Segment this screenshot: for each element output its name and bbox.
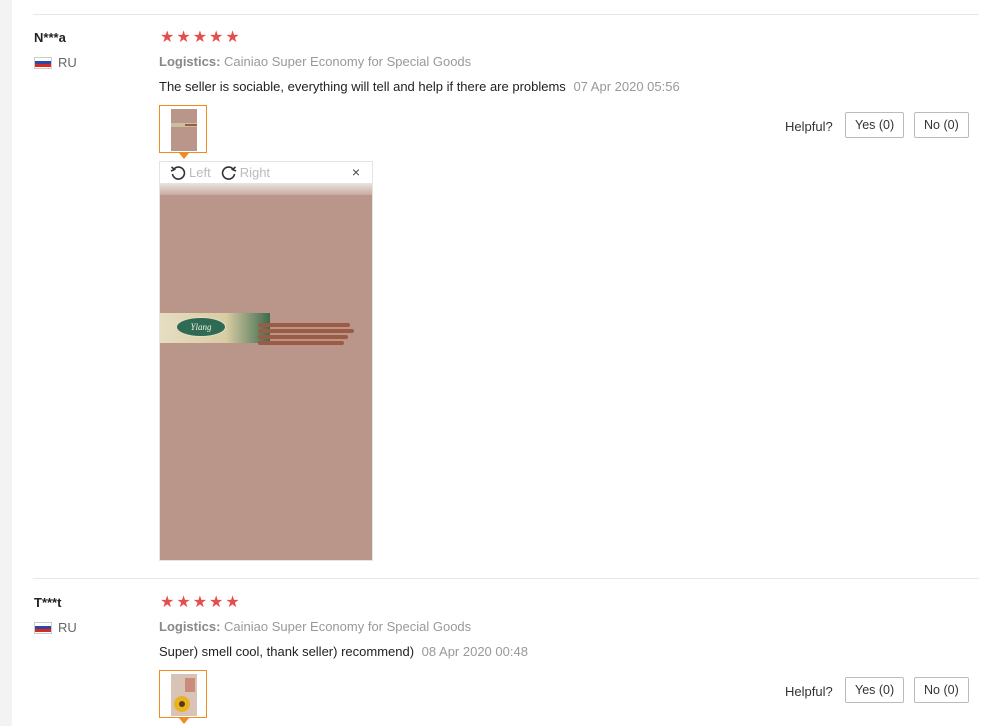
thumbnail-pointer-icon xyxy=(179,718,189,724)
reviewer-name: N***a xyxy=(34,30,66,45)
left-gutter xyxy=(0,0,12,726)
viewer-toolbar: Left Right × xyxy=(160,162,372,183)
star-icon: ★ xyxy=(176,594,191,611)
reviewer-name: T***t xyxy=(34,595,62,610)
helpful-yes-button[interactable]: Yes (0) xyxy=(845,112,905,138)
close-icon[interactable]: × xyxy=(352,164,360,180)
incense-stick xyxy=(258,323,350,327)
star-rating: ★ ★ ★ ★ ★ xyxy=(160,30,240,46)
helpful-yes-button[interactable]: Yes (0) xyxy=(845,677,905,703)
review-content: The seller is sociable, everything will … xyxy=(159,79,680,94)
rotate-left-button[interactable]: Left xyxy=(170,165,211,181)
helpful-label: Helpful? xyxy=(785,684,833,699)
logistics-value: Cainiao Super Economy for Special Goods xyxy=(224,54,472,69)
star-icon: ★ xyxy=(225,594,240,611)
thumbnail-image xyxy=(171,109,197,151)
star-icon: ★ xyxy=(176,29,191,46)
star-icon: ★ xyxy=(192,594,208,611)
logistics-label: Logistics: xyxy=(159,619,221,634)
review-date: 07 Apr 2020 05:56 xyxy=(573,79,680,94)
rotate-right-label: Right xyxy=(239,165,271,180)
star-rating: ★ ★ ★ ★ ★ xyxy=(160,595,240,611)
helpful-no-button[interactable]: No (0) xyxy=(914,677,969,703)
package-label: Ylang xyxy=(176,317,226,337)
review-text: The seller is sociable, everything will … xyxy=(159,79,566,94)
russia-flag-icon xyxy=(34,621,52,634)
rotate-left-icon xyxy=(170,165,186,180)
review-text: Super) smell cool, thank seller) recomme… xyxy=(159,644,415,659)
country-code: RU xyxy=(58,620,77,635)
review-photo-thumbnail[interactable] xyxy=(159,105,207,159)
country-code: RU xyxy=(58,55,77,70)
logistics-info: Logistics: Cainiao Super Economy for Spe… xyxy=(159,619,471,634)
incense-stick xyxy=(258,335,348,339)
star-icon: ★ xyxy=(192,29,208,46)
review-divider xyxy=(33,578,979,579)
logistics-label: Logistics: xyxy=(159,54,221,69)
logistics-info: Logistics: Cainiao Super Economy for Spe… xyxy=(159,54,471,69)
logistics-value: Cainiao Super Economy for Special Goods xyxy=(224,619,472,634)
star-icon: ★ xyxy=(160,29,175,46)
thumbnail-image xyxy=(171,674,197,716)
photo-edge xyxy=(160,183,372,195)
star-icon: ★ xyxy=(209,594,224,611)
review-date: 08 Apr 2020 00:48 xyxy=(421,644,528,659)
star-icon: ★ xyxy=(225,29,240,46)
star-icon: ★ xyxy=(209,29,224,46)
incense-stick xyxy=(258,329,354,333)
incense-stick xyxy=(258,341,344,345)
review-content: Super) smell cool, thank seller) recomme… xyxy=(159,644,528,659)
review-divider xyxy=(33,14,979,15)
russia-flag-icon xyxy=(34,56,52,69)
rotate-right-icon xyxy=(221,165,237,180)
rotate-left-label: Left xyxy=(189,165,211,180)
helpful-no-button[interactable]: No (0) xyxy=(914,112,969,138)
helpful-label: Helpful? xyxy=(785,119,833,134)
reviewer-country: RU xyxy=(34,620,77,635)
photo-viewer: Left Right × Ylang xyxy=(159,161,373,561)
thumbnail-pointer-icon xyxy=(179,153,189,159)
rotate-right-button[interactable]: Right xyxy=(221,165,270,181)
star-icon: ★ xyxy=(160,594,175,611)
review-photo-large: Ylang xyxy=(160,183,372,560)
review-photo-thumbnail[interactable] xyxy=(159,670,207,724)
reviewer-country: RU xyxy=(34,55,77,70)
